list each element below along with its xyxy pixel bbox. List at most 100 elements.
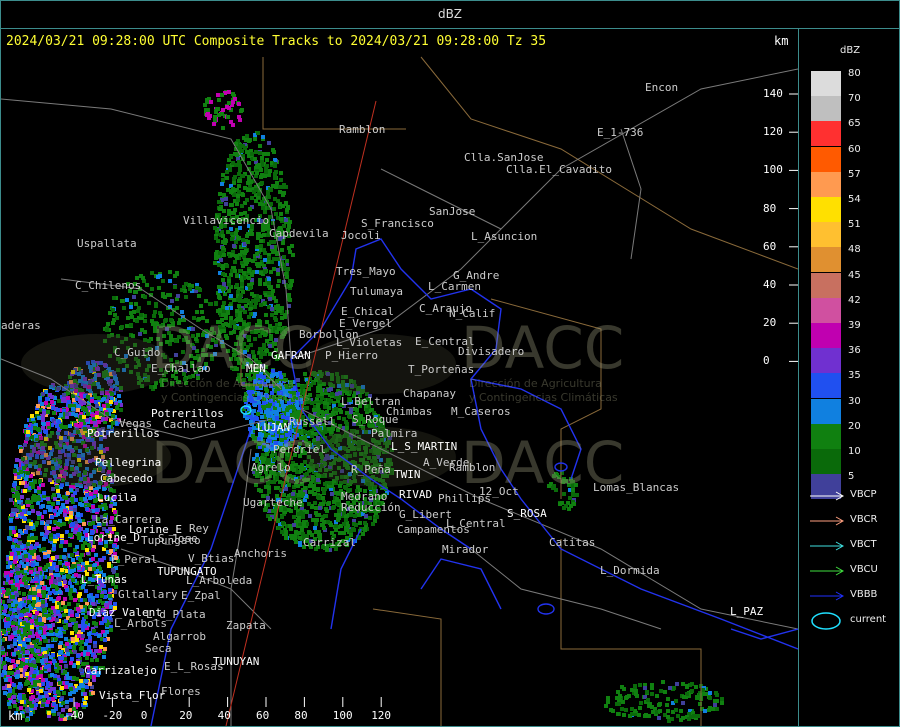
echo-pixel <box>45 694 49 698</box>
echo-pixel <box>80 503 84 507</box>
echo-pixel <box>83 497 87 501</box>
echo-pixel <box>263 270 267 274</box>
echo-pixel <box>268 297 272 301</box>
echo-pixel <box>225 306 229 310</box>
echo-pixel <box>343 485 347 489</box>
echo-pixel <box>7 536 11 540</box>
echo-pixel <box>276 308 280 312</box>
echo-pixel <box>29 522 33 526</box>
echo-pixel <box>74 498 78 502</box>
echo-pixel <box>64 540 68 544</box>
echo-pixel <box>227 279 231 283</box>
echo-pixel <box>70 631 74 635</box>
echo-pixel <box>48 591 52 595</box>
echo-pixel <box>263 258 267 262</box>
echo-pixel <box>63 509 67 513</box>
echo-pixel <box>41 392 45 396</box>
echo-pixel <box>17 500 21 504</box>
echo-pixel <box>83 692 87 696</box>
echo-pixel <box>46 520 50 524</box>
echo-pixel <box>276 199 280 203</box>
echo-pixel <box>276 272 280 276</box>
echo-pixel <box>225 176 229 180</box>
echo-pixel <box>232 244 236 248</box>
echo-pixel <box>280 515 284 519</box>
echo-pixel <box>37 557 41 561</box>
echo-pixel <box>72 676 76 680</box>
echo-pixel <box>259 175 263 179</box>
echo-pixel <box>300 385 304 389</box>
echo-pixel <box>79 668 83 672</box>
echo-pixel <box>292 407 296 411</box>
echo-pixel <box>363 528 367 532</box>
echo-pixel <box>11 659 15 663</box>
echo-pixel <box>241 264 245 268</box>
echo-pixel <box>97 586 101 590</box>
echo-pixel <box>218 207 222 211</box>
echo-pixel <box>239 293 243 297</box>
echo-pixel <box>63 605 67 609</box>
echo-pixel <box>345 514 349 518</box>
echo-pixel <box>77 536 81 540</box>
echo-pixel <box>332 505 336 509</box>
echo-pixel <box>284 532 288 536</box>
echo-pixel <box>243 251 247 255</box>
echo-pixel <box>109 628 113 632</box>
echo-pixel <box>221 266 225 270</box>
echo-pixel <box>51 406 55 410</box>
echo-pixel <box>246 299 250 303</box>
echo-pixel <box>26 471 30 475</box>
echo-pixel <box>327 398 331 402</box>
echo-pixel <box>344 518 348 522</box>
echo-pixel <box>225 264 229 268</box>
echo-pixel <box>289 534 293 538</box>
echo-pixel <box>66 652 70 656</box>
echo-pixel <box>342 531 346 535</box>
echo-pixel <box>35 542 39 546</box>
echo-pixel <box>322 490 326 494</box>
echo-pixel <box>325 410 329 414</box>
echo-pixel <box>272 150 276 154</box>
echo-pixel <box>42 635 46 639</box>
echo-pixel <box>103 638 107 642</box>
echo-pixel <box>238 179 242 183</box>
echo-pixel <box>40 521 44 525</box>
echo-pixel <box>281 521 285 525</box>
radar-map[interactable]: DACC DACC DACC DACC Dirección de Agricul… <box>1 29 799 726</box>
echo-pixel <box>69 618 73 622</box>
echo-pixel <box>87 594 91 598</box>
echo-pixel <box>312 408 316 412</box>
echo-pixel <box>63 670 67 674</box>
echo-pixel <box>60 656 64 660</box>
echo-pixel <box>76 661 80 665</box>
echo-pixel <box>354 523 358 527</box>
echo-pixel <box>271 250 275 254</box>
echo-pixel <box>268 517 272 521</box>
echo-pixel <box>46 497 50 501</box>
echo-pixel <box>51 584 55 588</box>
echo-pixel <box>221 234 225 238</box>
echo-pixel <box>279 217 283 221</box>
echo-pixel <box>55 605 59 609</box>
echo-pixel <box>49 579 53 583</box>
echo-pixel <box>69 511 73 515</box>
echo-pixel <box>250 232 254 236</box>
echo-pixel <box>223 241 227 245</box>
echo-pixel <box>219 258 223 262</box>
echo-pixel <box>45 530 49 534</box>
echo-pixel <box>241 238 245 242</box>
echo-pixel <box>70 569 74 573</box>
echo-pixel <box>233 208 237 212</box>
echo-pixel <box>335 392 339 396</box>
echo-pixel <box>49 533 53 537</box>
echo-pixel <box>274 212 278 216</box>
echo-pixel <box>56 408 60 412</box>
echo-pixel <box>235 283 239 287</box>
echo-pixel <box>77 566 81 570</box>
echo-pixel <box>320 396 324 400</box>
echo-pixel <box>272 240 276 244</box>
echo-pixel <box>269 188 273 192</box>
echo-pixel <box>67 602 71 606</box>
echo-pixel <box>291 253 295 257</box>
echo-pixel <box>345 426 349 430</box>
